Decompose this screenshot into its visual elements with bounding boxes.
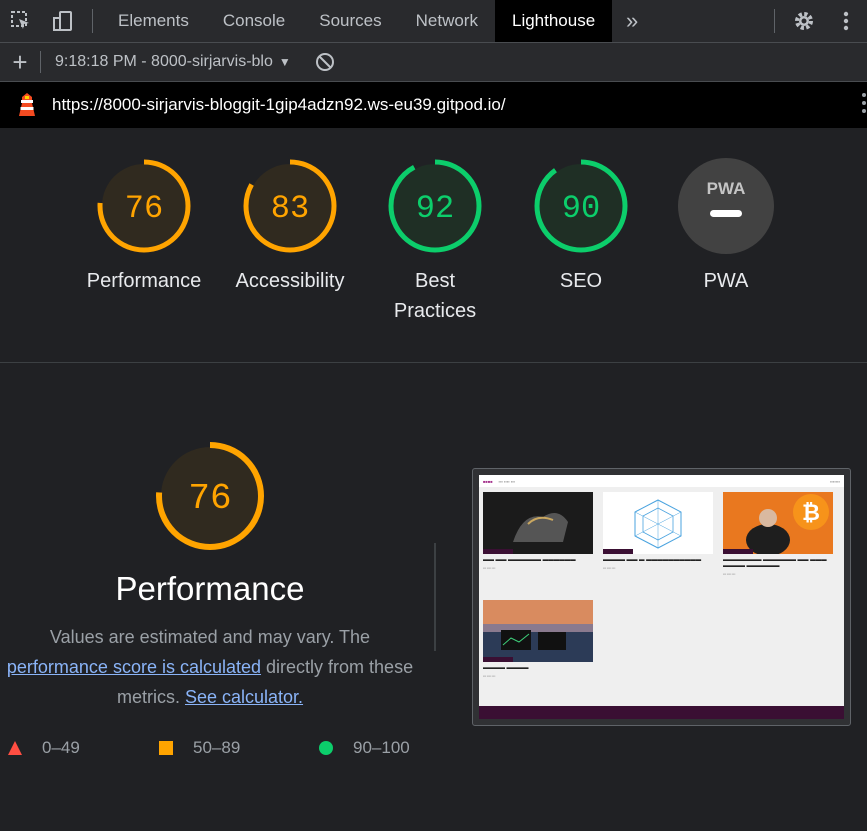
screenshot-footer xyxy=(479,706,844,719)
lighthouse-toolbar: + 9:18:18 PM - 8000-sirjarvis-blo ▼ xyxy=(0,43,867,82)
kebab-menu-icon[interactable] xyxy=(825,0,867,42)
performance-description: Values are estimated and may vary. The p… xyxy=(0,622,420,712)
final-screenshot[interactable]: ■■■■ ▪▪▪ ▪▪▪▪ ▪▪▪ ▪▪▪▪▪▪▪ ▬▬ ▬▬ ▬▬▬▬▬▬ ▬▬▬… xyxy=(472,468,851,726)
toolbar-separator xyxy=(774,9,775,33)
desc-text: Values are estimated and may vary. The xyxy=(49,627,371,647)
gauge-seo-ring: 90 xyxy=(534,159,628,253)
add-icon[interactable]: + xyxy=(0,47,40,78)
inspect-element-icon[interactable] xyxy=(0,0,42,42)
gauge-pwa[interactable]: PWA PWA xyxy=(653,158,799,296)
caret-down-icon: ▼ xyxy=(278,55,291,69)
gauge-score: 83 xyxy=(271,190,309,227)
screenshot-card: ▬▬▬▬ ▬▬ ▬ ▬▬▬▬▬▬▬▬▬▬ ▪▪▪ ▪▪▪▪ ▪▪▪ xyxy=(603,492,713,570)
report-url[interactable]: https://8000-sirjarvis-bloggit-1gip4adzn… xyxy=(52,95,506,115)
tab-sources[interactable]: Sources xyxy=(302,0,398,42)
score-legend: 0–49 50–89 90–100 xyxy=(0,738,430,762)
report-menu-icon[interactable] xyxy=(861,92,867,119)
pwa-badge-icon: PWA xyxy=(678,158,774,254)
screenshot-card: ▬▬▬▬ ▬▬▬▬ ▪▪▪ ▪▪▪▪ ▪▪▪ xyxy=(483,600,593,678)
gauge-score: 76 xyxy=(125,190,163,227)
performance-title: Performance xyxy=(115,570,305,607)
more-tabs-icon[interactable]: » xyxy=(612,0,652,42)
legend-item-fail: 0–49 xyxy=(7,738,80,758)
see-calculator-link[interactable]: See calculator. xyxy=(185,687,303,707)
clear-block-icon[interactable] xyxy=(315,52,335,72)
performance-score: 76 xyxy=(188,478,231,519)
score-calculated-link[interactable]: performance score is calculated xyxy=(7,657,261,677)
toolbar-divider xyxy=(40,51,41,73)
gauge-label: Best xyxy=(414,270,456,292)
report-url-bar: https://8000-sirjarvis-bloggit-1gip4adzn… xyxy=(0,82,867,128)
gauge-performance[interactable]: 76 Performance xyxy=(71,158,217,296)
tab-lighthouse[interactable]: Lighthouse xyxy=(494,0,613,42)
settings-gear-icon[interactable] xyxy=(783,0,825,42)
legend-range: 90–100 xyxy=(353,738,410,757)
gauge-label: PWA xyxy=(703,270,749,292)
screenshot-image: ■■■■ ▪▪▪ ▪▪▪▪ ▪▪▪ ▪▪▪▪▪▪▪ ▬▬ ▬▬ ▬▬▬▬▬▬ ▬▬▬… xyxy=(479,475,844,719)
performance-gauge-large: 76 xyxy=(156,442,264,550)
gauge-label: Performance xyxy=(86,270,202,292)
gauge-score: 90 xyxy=(562,190,600,227)
tab-console[interactable]: Console xyxy=(206,0,302,42)
tab-elements[interactable]: Elements xyxy=(101,0,206,42)
pwa-badge-text: PWA xyxy=(707,179,746,198)
section-divider xyxy=(434,543,436,651)
gauge-label: SEO xyxy=(559,270,603,292)
legend-range: 50–89 xyxy=(193,738,241,757)
gauge-best-practices-ring: 92 xyxy=(388,159,482,253)
fail-triangle-icon xyxy=(8,741,22,755)
category-gauges: 76 Performance 83 Accessibility 92 Best … xyxy=(0,128,867,363)
gauge-accessibility-ring: 83 xyxy=(243,159,337,253)
tab-network[interactable]: Network xyxy=(399,0,495,42)
gauge-best-practices[interactable]: 92 Best Practices xyxy=(362,158,508,326)
legend-item-average: 50–89 xyxy=(158,738,240,758)
gauge-accessibility[interactable]: 83 Accessibility xyxy=(217,158,363,296)
pass-circle-icon xyxy=(319,741,333,755)
performance-summary: 76 Performance Values are estimated and … xyxy=(0,440,420,712)
legend-range: 0–49 xyxy=(42,738,80,757)
device-toolbar-icon[interactable] xyxy=(42,0,84,42)
gauge-performance-ring: 76 xyxy=(97,159,191,253)
legend-item-pass: 90–100 xyxy=(318,738,410,758)
report-select-label: 9:18:18 PM - 8000-sirjarvis-blo xyxy=(55,53,273,70)
screenshot-site-nav: ■■■■ ▪▪▪ ▪▪▪▪ ▪▪▪ ▪▪▪▪▪▪▪ xyxy=(479,475,844,487)
report-select[interactable]: 9:18:18 PM - 8000-sirjarvis-blo ▼ xyxy=(55,53,291,71)
screenshot-card: ₿ ▬▬▬▬▬▬▬ ▬▬▬▬▬▬ ▬▬ ▬▬▬ ▬▬▬▬ ▬▬▬▬▬▬ ▪▪▪ … xyxy=(723,492,833,576)
gauge-seo[interactable]: 90 SEO xyxy=(508,158,654,296)
lighthouse-logo-icon xyxy=(16,92,38,118)
gauge-label-line2: Practices xyxy=(393,300,477,322)
tab-separator xyxy=(92,9,93,33)
screenshot-card: ▬▬ ▬▬ ▬▬▬▬▬▬ ▬▬▬▬▬▬ ▪▪▪ ▪▪▪▪ ▪▪▪ xyxy=(483,492,593,570)
average-square-icon xyxy=(159,741,173,755)
gauge-score: 92 xyxy=(416,190,454,227)
devtools-tab-bar: Elements Console Sources Network Lightho… xyxy=(0,0,867,43)
svg-text:₿: ₿ xyxy=(802,500,820,525)
gauge-label: Accessibility xyxy=(235,270,345,292)
